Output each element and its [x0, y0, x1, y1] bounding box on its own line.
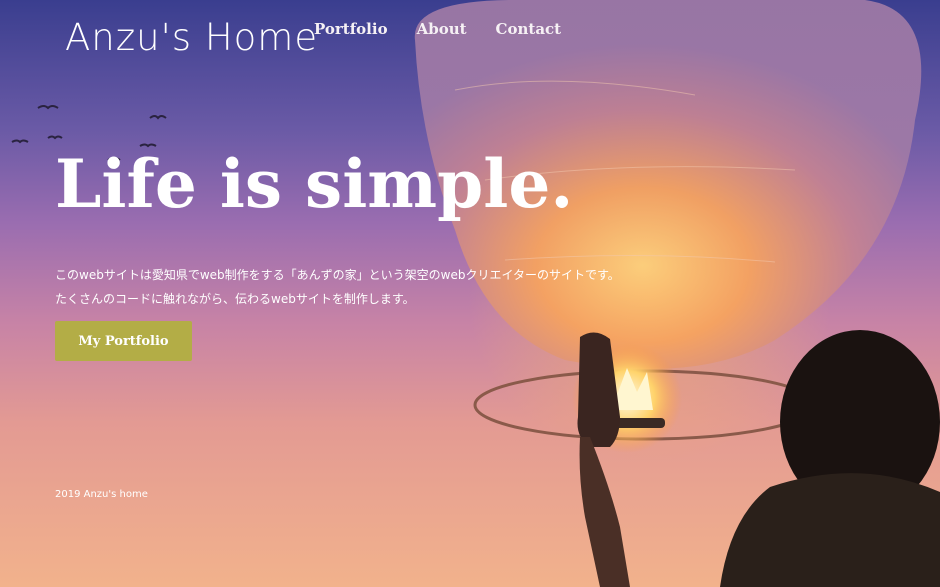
main-nav: Portfolio About Contact [314, 20, 561, 38]
hero-headline: Life is simple. [55, 145, 574, 223]
site-logo[interactable]: Anzu's Home [65, 16, 318, 59]
my-portfolio-button[interactable]: My Portfolio [55, 321, 192, 361]
footer-copyright: 2019 Anzu's home [55, 489, 148, 500]
nav-about-link[interactable]: About [417, 20, 467, 38]
intro-line-2: たくさんのコードに触れながら、伝わるwebサイトを制作します。 [55, 292, 415, 306]
hero-intro: このwebサイトは愛知県でweb制作をする「あんずの家」という架空のwebクリエ… [55, 263, 620, 311]
nav-portfolio-link[interactable]: Portfolio [314, 20, 388, 38]
site-header: Anzu's Home Portfolio About Contact [0, 0, 940, 70]
nav-contact-link[interactable]: Contact [496, 20, 562, 38]
person-silhouette-icon [577, 330, 940, 587]
intro-line-1: このwebサイトは愛知県でweb制作をする「あんずの家」という架空のwebクリエ… [55, 268, 620, 282]
